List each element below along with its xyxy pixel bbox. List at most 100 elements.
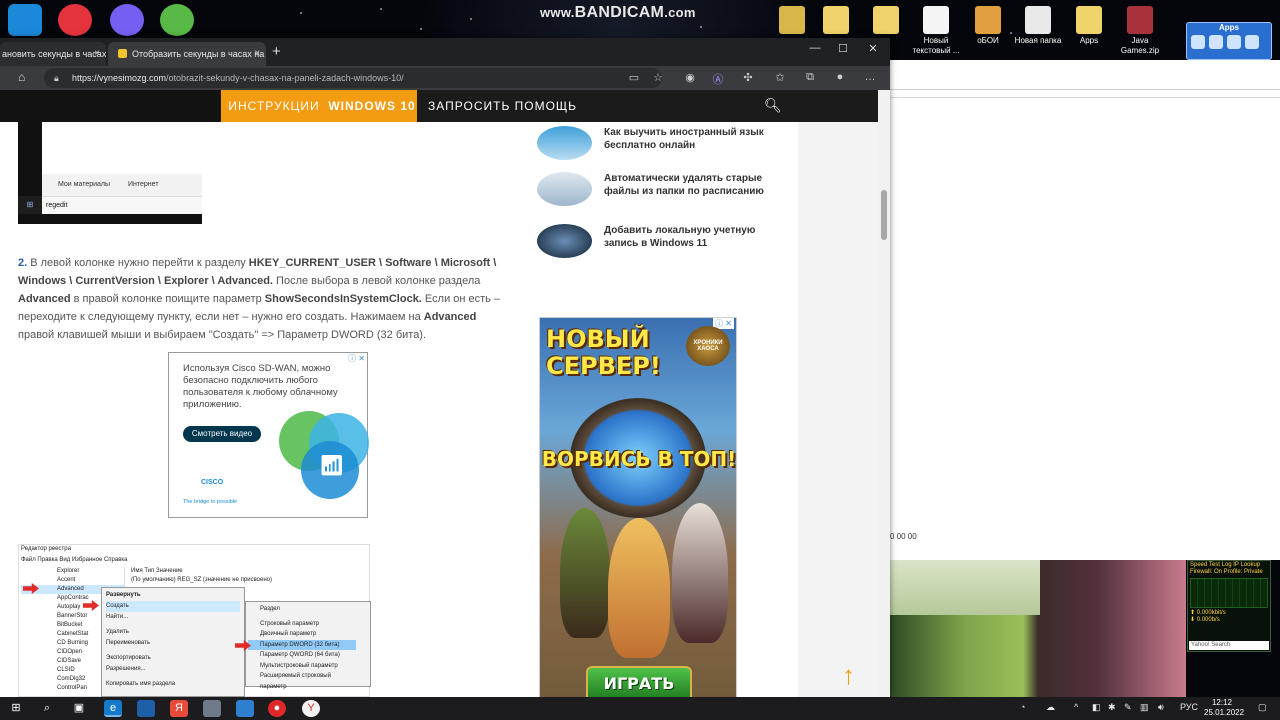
background-window[interactable]: 0 00 00 — [890, 60, 1280, 560]
bandicam-record-icon[interactable]: ● — [268, 700, 286, 717]
home-icon[interactable]: ⌂ — [18, 70, 25, 84]
collections-icon[interactable]: ⧉ — [802, 71, 818, 84]
page-scrollbar[interactable] — [878, 90, 890, 697]
article-thumbnail[interactable] — [537, 172, 592, 206]
extension-icon[interactable]: ◉ — [682, 71, 698, 84]
article-thumbnail[interactable] — [537, 126, 592, 160]
web-page: ИНСТРУКЦИИ WINDOWS 10 ЗАПРОСИТЬ ПОМОЩЬ 🔍… — [0, 90, 878, 697]
regedit-screenshot: Редактор реестра Файл Правка Вид Избранн… — [18, 544, 371, 697]
regedit-submenu: Раздел Строковый параметр Двоичный парам… — [245, 601, 371, 690]
media-icon[interactable] — [1209, 35, 1223, 49]
bluetooth-icon[interactable]: ✱ — [1108, 702, 1116, 713]
more-menu-icon[interactable]: … — [862, 71, 878, 83]
page-gutter — [798, 122, 878, 697]
new-tab-button[interactable]: + — [272, 43, 281, 60]
tab-inactive[interactable]: ановить секунды в часах на × — [0, 42, 106, 66]
address-bar[interactable]: 🔒︎ https://vynesimozg.com/otobrazit-seku… — [44, 68, 662, 88]
close-tab-icon[interactable]: × — [254, 42, 260, 66]
play-button[interactable]: ИГРАТЬ — [586, 666, 692, 697]
star — [380, 8, 382, 10]
tab-active[interactable]: Отобразить секунды в часах на × — [108, 42, 266, 66]
cisco-ad[interactable]: ⓘ ✕ Используя Cisco SD-WAN, можно безопа… — [168, 352, 369, 518]
tab-bar: ановить секунды в часах на × Отобразить … — [0, 38, 890, 66]
close-tab-icon[interactable]: × — [94, 42, 100, 66]
yandex-browser-icon[interactable]: Y — [302, 700, 320, 717]
article-thumbnail[interactable] — [537, 224, 592, 258]
profile-avatar-icon[interactable]: ● — [832, 71, 848, 83]
network-icon[interactable]: ▥ — [1140, 702, 1149, 713]
desktop-icon-folder[interactable] — [810, 6, 862, 36]
app-icon[interactable] — [203, 700, 221, 717]
desktop-icon-new-text[interactable]: Новый текстовый ... — [910, 6, 962, 56]
anydesk-icon[interactable] — [58, 4, 92, 36]
game-ad[interactable]: ⓘ ✕ НОВЫЙ СЕРВЕР! ХРОНИКИ ХАОСА ВОРВИСЬ … — [539, 317, 737, 697]
app-icon[interactable] — [236, 700, 254, 717]
address-toolbar: ⌂ 🔒︎ https://vynesimozg.com/otobrazit-se… — [0, 66, 890, 90]
network-meter-gadget[interactable]: Speed Test Log IP Lookup Firewall: On Pr… — [1187, 560, 1271, 652]
volume-icon[interactable]: 🔊︎ — [1158, 702, 1164, 713]
desktop-icon-oboi[interactable]: оБОИ — [962, 6, 1014, 46]
start-search-text: regedit — [42, 196, 202, 214]
app-icon[interactable] — [137, 700, 155, 717]
language-indicator[interactable]: РУС — [1180, 702, 1198, 712]
nav-instructions[interactable]: ИНСТРУКЦИИ — [221, 90, 327, 122]
notifications-icon[interactable]: ▢ — [1258, 702, 1267, 713]
pen-icon[interactable]: ✎ — [1124, 702, 1132, 713]
monitor-icon[interactable] — [8, 4, 42, 36]
apps-gadget[interactable]: Apps — [1186, 22, 1272, 60]
utorrent-icon[interactable] — [160, 4, 194, 36]
start-menu-screenshot: Мои материалы Интернет ⊞ regedit — [18, 122, 202, 224]
edge-browser-icon[interactable]: e — [104, 700, 122, 717]
tab-title: Отобразить секунды в часах на — [132, 49, 265, 59]
cisco-logo: CISCO — [201, 479, 224, 486]
extension-a-icon[interactable]: Ⓐ — [710, 71, 726, 87]
clock[interactable]: 12:12 25.01.2022 — [1204, 698, 1244, 718]
ie-icon[interactable] — [1191, 35, 1205, 49]
favorites-icon[interactable]: ✩ — [772, 71, 788, 84]
ad-info-icon[interactable]: ⓘ ✕ — [348, 353, 365, 364]
scroll-to-top-icon[interactable]: ↑ — [842, 660, 855, 691]
nav-request-help[interactable]: ЗАПРОСИТЬ ПОМОЩЬ — [428, 90, 577, 122]
start-menu-tabs: Мои материалы Интернет — [42, 174, 202, 196]
search-icon[interactable]: ⌕ — [38, 700, 56, 717]
user-tray-icon[interactable]: ◔ — [1020, 702, 1025, 712]
settings-icon[interactable] — [1227, 35, 1241, 49]
taskbar: ⊞ ⌕ ▣ e Я ● Y ◔ ☁ ^ ◧ ✱ ✎ ▥ 🔊︎ РУС 12:12… — [0, 697, 1280, 720]
watch-video-button[interactable]: Смотреть видео — [183, 426, 261, 442]
game-logo: ХРОНИКИ ХАОСА — [686, 326, 730, 366]
yandex-icon[interactable]: Я — [170, 700, 188, 717]
star — [300, 12, 302, 14]
viber-icon[interactable] — [110, 4, 144, 36]
site-navigation: ИНСТРУКЦИИ WINDOWS 10 ЗАПРОСИТЬ ПОМОЩЬ 🔍… — [0, 90, 878, 122]
chevron-up-icon[interactable]: ^ — [1074, 702, 1078, 712]
close-window-button[interactable]: ✕ — [858, 42, 888, 55]
reader-view-icon[interactable]: ▭ — [626, 71, 642, 84]
desktop-icon-java-games[interactable]: Java Games.zip — [1114, 6, 1166, 56]
scrollbar-thumb[interactable] — [881, 190, 887, 240]
wallpaper-landscape — [890, 560, 1186, 697]
desktop-icon-apps[interactable]: Apps — [1063, 6, 1115, 46]
yahoo-search-input[interactable]: Yahoo! Search — [1189, 641, 1269, 650]
window-toolbar — [890, 60, 1280, 90]
minimize-button[interactable]: — — [800, 42, 830, 54]
task-view-icon[interactable]: ▣ — [70, 700, 88, 717]
windows-logo-icon: ⊞ — [18, 196, 42, 214]
hero-character — [608, 518, 670, 658]
lock-icon[interactable]: 🔒︎ — [54, 68, 59, 88]
bandicam-watermark: www.BANDICAM.com — [540, 4, 696, 21]
window-text-fragment: 0 00 00 — [890, 532, 917, 541]
browser-window: ановить секунды в часах на × Отобразить … — [0, 38, 890, 697]
netmeter-links[interactable]: Speed Test Log IP Lookup — [1190, 562, 1268, 569]
start-button-icon[interactable]: ⊞ — [7, 700, 25, 717]
extensions-puzzle-icon[interactable]: ✣ — [740, 71, 756, 84]
hero-character — [672, 503, 728, 643]
desktop-icon-new-folder[interactable]: Новая папка — [1012, 6, 1064, 46]
favorite-star-icon[interactable]: ☆ — [650, 71, 666, 84]
maximize-button[interactable]: ☐ — [828, 42, 858, 55]
weather-icon[interactable]: ☁ — [1046, 702, 1055, 713]
nav-windows10[interactable]: WINDOWS 10 — [327, 90, 417, 122]
tray-app-icon[interactable]: ◧ — [1092, 702, 1101, 713]
search-icon[interactable]: 🔍︎ — [764, 97, 782, 114]
window-toolbar-secondary — [890, 90, 1280, 98]
gadget-icon[interactable] — [1245, 35, 1259, 49]
